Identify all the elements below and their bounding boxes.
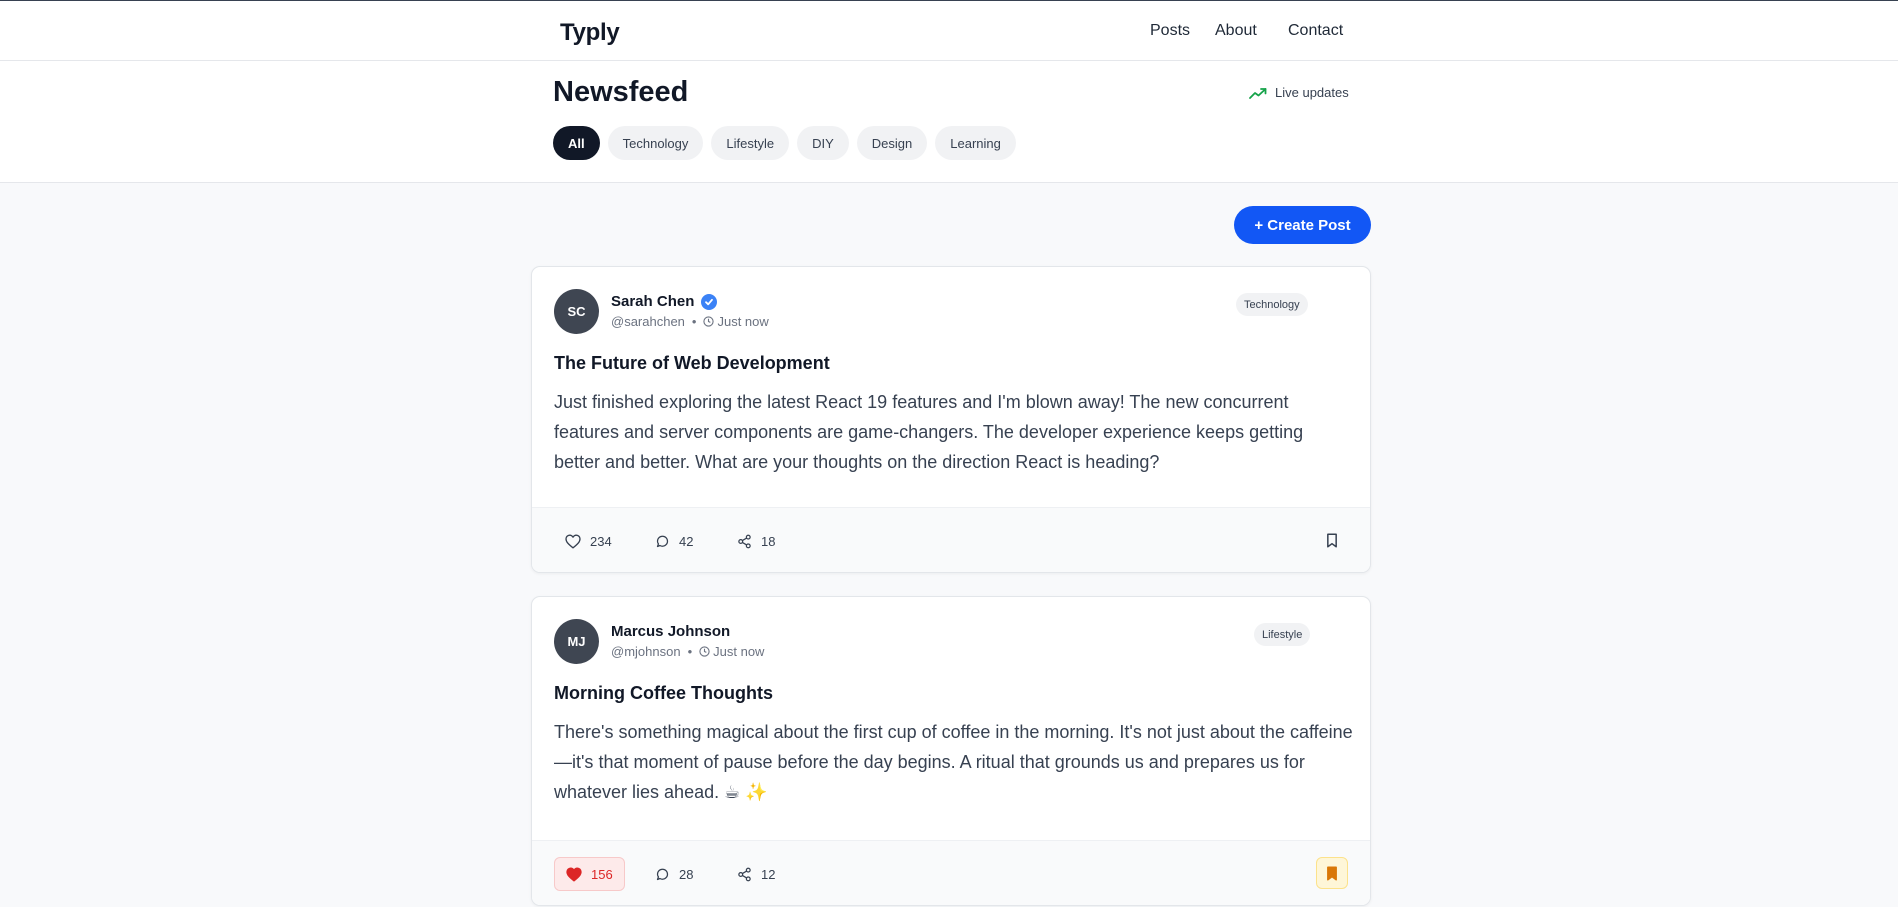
post-header: SC Sarah Chen @sarahchen • Just now Tech… — [532, 267, 1370, 347]
comment-button[interactable]: 28 — [644, 857, 704, 891]
share-button[interactable]: 12 — [726, 857, 786, 891]
filter-chip-lifestyle[interactable]: Lifestyle — [711, 126, 790, 160]
meta-separator: • — [687, 644, 693, 659]
brand-logo[interactable]: Typly — [560, 19, 620, 47]
filter-chip-technology[interactable]: Technology — [607, 126, 704, 160]
filter-chip-design[interactable]: Design — [856, 126, 928, 160]
comment-icon — [655, 867, 670, 882]
avatar[interactable]: SC — [554, 289, 599, 334]
heart-icon — [565, 534, 581, 549]
post-time: Just now — [703, 314, 769, 329]
nav-link-about[interactable]: About — [1215, 22, 1257, 40]
like-button[interactable]: 234 — [554, 524, 623, 558]
post-meta: @sarahchen • Just now — [611, 314, 769, 329]
like-count: 234 — [590, 533, 612, 549]
bookmark-button[interactable] — [1316, 857, 1348, 889]
post-actions: 234 42 18 — [532, 507, 1370, 572]
author-name[interactable]: Marcus Johnson — [611, 623, 730, 640]
heart-icon — [566, 867, 582, 882]
feed-header: Newsfeed Live updates All Technology Lif… — [0, 61, 1898, 183]
nav-link-posts[interactable]: Posts — [1150, 22, 1190, 40]
live-updates-label: Live updates — [1275, 85, 1349, 100]
category-filter-bar: All Technology Lifestyle DIY Design Lear… — [553, 126, 1016, 160]
post-meta: @mjohnson • Just now — [611, 644, 764, 659]
page-title: Newsfeed — [553, 76, 689, 108]
top-navbar: Typly Posts About Contact — [0, 0, 1898, 61]
author-row: Marcus Johnson — [611, 623, 730, 640]
comment-count: 28 — [679, 866, 694, 882]
author-handle: @sarahchen — [611, 314, 685, 329]
post-actions: 156 28 12 — [532, 840, 1370, 905]
category-tag[interactable]: Technology — [1236, 293, 1308, 316]
trending-up-icon — [1249, 87, 1267, 99]
post-title[interactable]: Morning Coffee Thoughts — [554, 683, 773, 704]
post-time-label: Just now — [713, 644, 765, 659]
verified-badge-icon — [701, 293, 718, 310]
share-count: 12 — [761, 866, 776, 882]
post-card: MJ Marcus Johnson @mjohnson • Just now L… — [531, 596, 1371, 906]
filter-chip-all[interactable]: All — [553, 126, 600, 160]
like-count: 156 — [591, 866, 613, 882]
post-body: There's something magical about the firs… — [554, 722, 1353, 802]
comment-icon — [655, 534, 670, 549]
create-post-button[interactable]: + Create Post — [1234, 206, 1371, 244]
comment-button[interactable]: 42 — [644, 524, 704, 558]
bookmark-button[interactable] — [1316, 524, 1348, 556]
author-row: Sarah Chen — [611, 293, 718, 310]
clock-icon — [699, 646, 710, 657]
avatar[interactable]: MJ — [554, 619, 599, 664]
author-handle: @mjohnson — [611, 644, 681, 659]
post-body: Just finished exploring the latest React… — [554, 392, 1304, 472]
share-count: 18 — [761, 533, 776, 549]
share-button[interactable]: 18 — [726, 524, 786, 558]
nav-link-contact[interactable]: Contact — [1288, 22, 1343, 40]
category-tag[interactable]: Lifestyle — [1254, 623, 1311, 646]
post-time: Just now — [699, 644, 764, 659]
filter-chip-diy[interactable]: DIY — [797, 126, 849, 160]
comment-count: 42 — [679, 533, 694, 549]
live-updates-indicator: Live updates — [1249, 85, 1349, 100]
post-card: SC Sarah Chen @sarahchen • Just now Tech… — [531, 266, 1371, 573]
post-time-label: Just now — [717, 314, 769, 329]
clock-icon — [703, 316, 715, 327]
share-icon — [737, 867, 752, 882]
post-header: MJ Marcus Johnson @mjohnson • Just now L… — [532, 597, 1370, 677]
bookmark-icon — [1326, 533, 1338, 548]
like-button[interactable]: 156 — [554, 857, 625, 891]
author-name[interactable]: Sarah Chen — [611, 293, 694, 310]
meta-separator: • — [691, 314, 697, 329]
share-icon — [737, 534, 752, 549]
post-title[interactable]: The Future of Web Development — [554, 353, 830, 374]
bookmark-icon — [1326, 866, 1338, 881]
filter-chip-learning[interactable]: Learning — [935, 126, 1016, 160]
